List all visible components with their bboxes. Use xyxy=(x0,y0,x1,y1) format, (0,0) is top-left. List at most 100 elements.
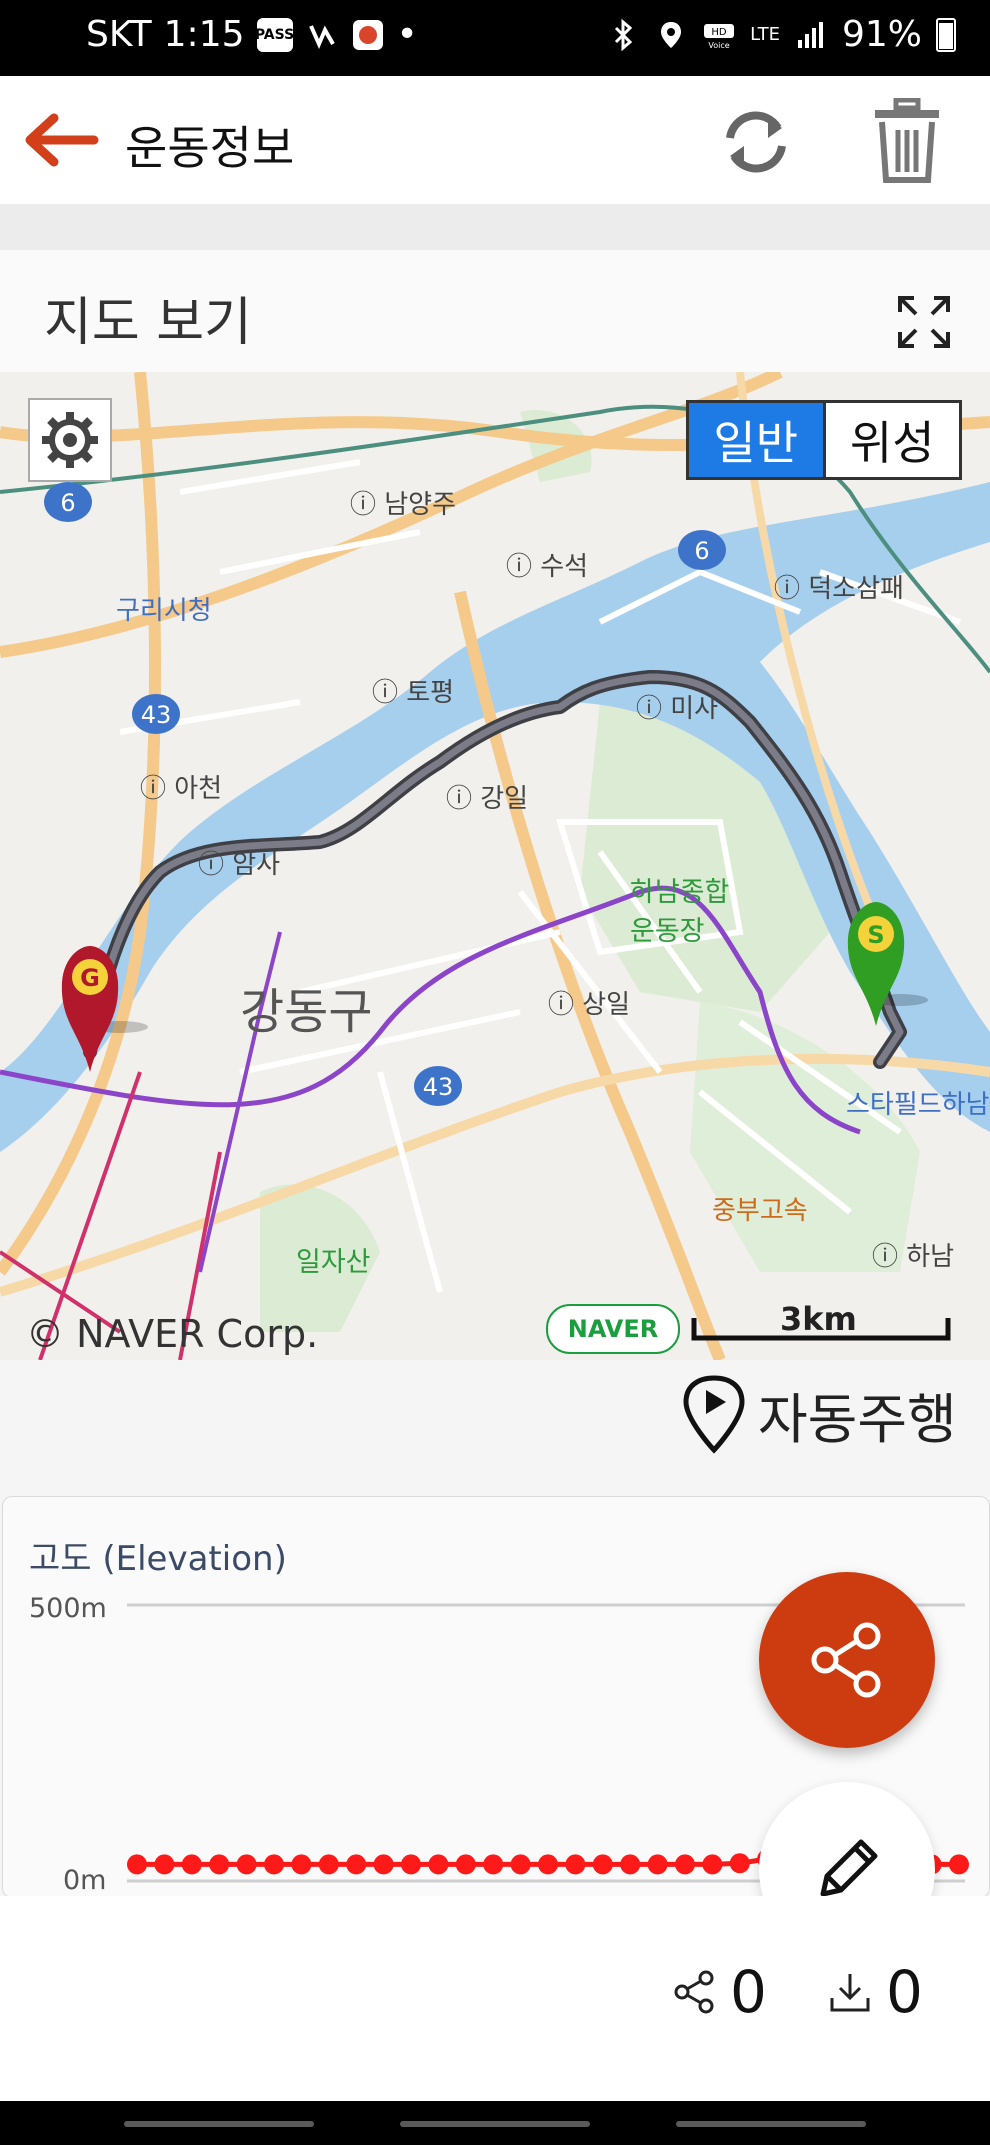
svg-text:6: 6 xyxy=(60,489,75,517)
nav-recents-button[interactable] xyxy=(124,2121,314,2127)
map-label-starfield: 스타필드하남 xyxy=(846,1090,990,1120)
map-label-deokso: ⓘ 덕소삼패 xyxy=(774,574,904,604)
fullscreen-button[interactable] xyxy=(896,294,952,350)
refresh-button[interactable] xyxy=(716,102,796,182)
location-icon xyxy=(661,21,682,48)
naver-logo: NAVER xyxy=(546,1304,680,1354)
elevation-point xyxy=(949,1854,969,1875)
map-label-topyeong: ⓘ 토평 xyxy=(372,678,455,708)
share-count-button[interactable]: 0 xyxy=(670,1958,767,2026)
autoplay-label: 자동주행 xyxy=(758,1387,957,1451)
back-arrow-icon xyxy=(25,113,99,167)
elevation-point xyxy=(318,1854,339,1875)
back-button[interactable] xyxy=(20,110,100,170)
hd-voice-icon: HD Voice xyxy=(704,23,735,50)
map-label-suseok: ⓘ 수석 xyxy=(506,552,589,582)
map-type-satellite-button[interactable]: 위성 xyxy=(822,403,960,477)
map-label-acheon: ⓘ 아천 xyxy=(140,774,223,804)
elevation-point xyxy=(647,1854,668,1875)
route-43-badge: 43 xyxy=(414,1066,462,1106)
svg-text:HD: HD xyxy=(711,27,727,38)
route-6-badge: 6 xyxy=(44,482,92,522)
carrier-label: SKT xyxy=(86,14,152,55)
map-label-jungbu: 중부고속 xyxy=(712,1196,808,1226)
elevation-point xyxy=(675,1854,695,1875)
map-scale-label: 3km xyxy=(780,1300,857,1338)
app-bar: 운동정보 xyxy=(0,76,990,204)
battery-percent: 91% xyxy=(841,14,922,55)
elevation-point xyxy=(428,1854,449,1875)
system-nav-bar xyxy=(0,2101,990,2145)
map-label-amsa: ⓘ 암사 xyxy=(198,850,281,880)
location-play-icon xyxy=(683,1375,745,1454)
elevation-point xyxy=(565,1854,586,1875)
elevation-point xyxy=(291,1854,312,1875)
pass-app-icon: PASS xyxy=(255,17,294,52)
gear-icon xyxy=(42,412,98,468)
map-label-gangdonggu: 강동구 xyxy=(240,984,373,1040)
elevation-point xyxy=(181,1854,202,1875)
route-map[interactable]: 6 6 43 43 G S ⓘ 남양주 ⓘ 수석 ⓘ 덕소삼패 구리시청 ⓘ 토… xyxy=(0,372,990,1360)
elevation-point xyxy=(702,1854,723,1875)
bluetooth-icon xyxy=(615,18,633,51)
elevation-point xyxy=(264,1854,284,1875)
map-copyright: © NAVER Corp. xyxy=(26,1312,319,1356)
map-canvas: 6 6 43 43 G S xyxy=(0,372,990,1360)
share-count: 0 xyxy=(730,1958,767,2026)
more-notifications-dot: • xyxy=(396,14,418,55)
elevation-point xyxy=(154,1854,175,1875)
elevation-point xyxy=(455,1854,476,1875)
map-label-sangil: ⓘ 상일 xyxy=(548,990,631,1020)
share-fab[interactable] xyxy=(759,1572,935,1748)
map-card: 지도 보기 6 6 43 43 G S ⓘ 남양주 ⓘ 수석 ⓘ 덕소삼패 구리… xyxy=(0,250,990,1360)
share-icon xyxy=(674,1970,714,2014)
notification-app-icon xyxy=(308,24,335,49)
section-divider xyxy=(0,204,990,251)
map-label-ilja: 일자산 xyxy=(296,1247,371,1278)
map-type-toggle[interactable]: 일반 위성 xyxy=(686,400,962,480)
elevation-point xyxy=(729,1853,750,1874)
page-title: 운동정보 xyxy=(125,121,295,175)
map-section-title: 지도 보기 xyxy=(44,293,252,353)
autoplay-button[interactable]: 자동주행 xyxy=(680,1374,957,1454)
elevation-point xyxy=(346,1854,367,1875)
elevation-point xyxy=(401,1854,421,1875)
bottom-stats-bar: 0 0 xyxy=(0,1896,990,2101)
map-label-hanam: ⓘ 하남 xyxy=(872,1242,955,1272)
status-bar: SKT 1:15 PASS • HD Voice LTE 91% xyxy=(0,0,990,76)
map-label-michi: ⓘ 미사 xyxy=(636,694,719,724)
elevation-point xyxy=(620,1854,641,1875)
download-icon xyxy=(830,1974,870,2012)
svg-text:S: S xyxy=(867,921,884,949)
elevation-point xyxy=(127,1854,147,1875)
svg-text:G: G xyxy=(80,964,100,992)
elevation-point xyxy=(538,1854,558,1875)
network-type: LTE xyxy=(750,24,780,45)
svg-text:6: 6 xyxy=(694,537,709,565)
elevation-point xyxy=(373,1854,394,1875)
elevation-point xyxy=(483,1854,504,1875)
map-type-normal-button[interactable]: 일반 xyxy=(689,403,823,477)
delete-button[interactable] xyxy=(872,97,942,184)
route-43-badge: 43 xyxy=(132,694,180,734)
running-app-icon xyxy=(352,19,383,50)
signal-icon xyxy=(797,21,823,48)
download-count-button[interactable]: 0 xyxy=(826,1958,923,2026)
elevation-point xyxy=(510,1854,531,1875)
trash-icon xyxy=(875,97,939,183)
elevation-point xyxy=(209,1854,230,1875)
clock: 1:15 xyxy=(163,14,245,55)
nav-home-button[interactable] xyxy=(400,2121,590,2127)
map-settings-button[interactable] xyxy=(28,398,112,482)
route-6-badge: 6 xyxy=(678,530,726,570)
elevation-point xyxy=(236,1854,257,1875)
nav-back-button[interactable] xyxy=(676,2121,866,2127)
svg-text:43: 43 xyxy=(141,701,172,729)
svg-text:43: 43 xyxy=(423,1073,454,1101)
map-label-gangil: ⓘ 강일 xyxy=(446,784,529,814)
share-icon xyxy=(811,1622,881,1698)
battery-icon xyxy=(936,17,956,52)
map-label-namyangju: ⓘ 남양주 xyxy=(350,490,457,520)
map-label-hanam-stadium: 하남종합 운동장 xyxy=(630,877,730,947)
refresh-icon xyxy=(726,111,786,173)
